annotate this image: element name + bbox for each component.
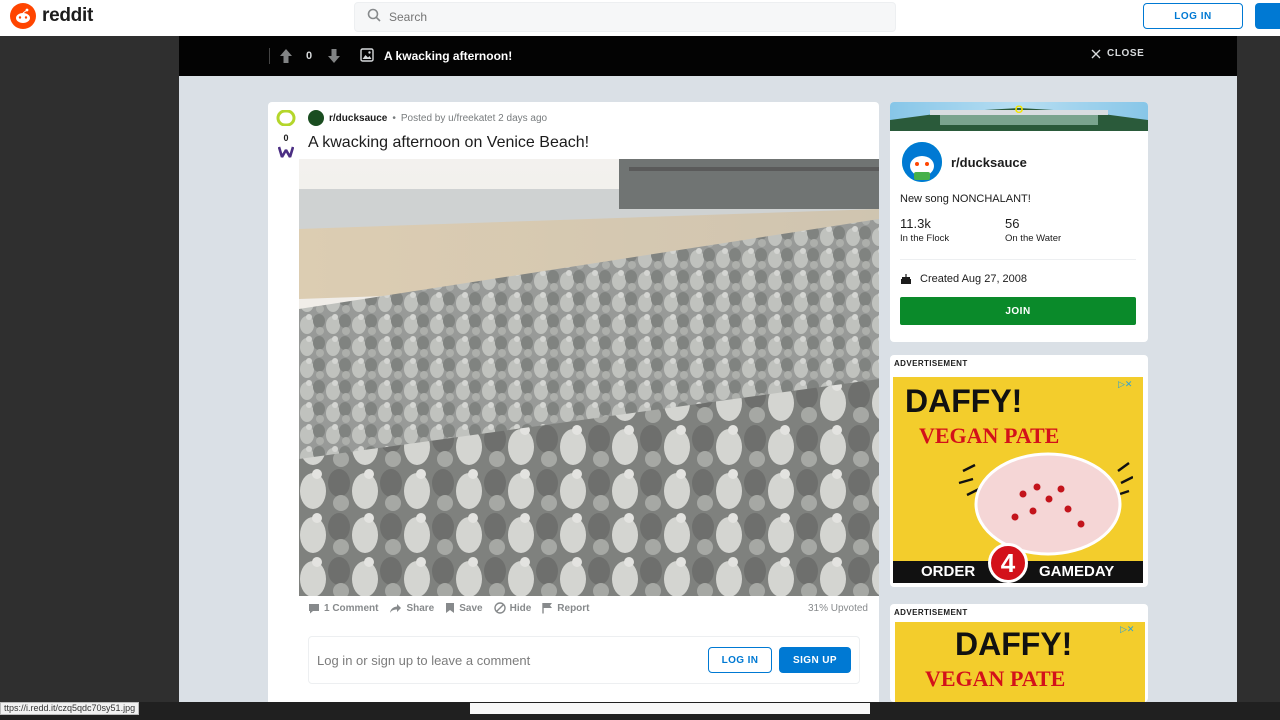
comments-label: 1 Comment [324, 602, 379, 614]
vote-score: 0 [283, 133, 289, 143]
upvote-icon[interactable] [276, 109, 296, 131]
ad-title-2: DAFFY! [955, 626, 1073, 662]
logo-wordmark: reddit [42, 5, 93, 26]
post-detail-content: 0 r/ducksauce • Posted by u/freekatet 2 … [179, 76, 1237, 712]
members-label: In the Flock [900, 233, 950, 244]
post-image[interactable] [299, 159, 879, 596]
comment-login-prompt: Log in or sign up to leave a comment LOG… [308, 636, 860, 684]
search-bar[interactable] [354, 2, 896, 32]
report-label: Report [557, 602, 590, 614]
comment-login-button[interactable]: LOG IN [708, 647, 772, 673]
online-stat: 56 On the Water [1005, 216, 1061, 244]
vote-column: 0 [276, 109, 296, 164]
community-avatar[interactable] [900, 140, 944, 184]
ad-banner-2[interactable]: ▷✕ DAFFY! VEGAN PATE [895, 622, 1145, 702]
ad-footer-right: GAMEDAY [1039, 563, 1115, 580]
community-name[interactable]: r/ducksauce [951, 155, 1027, 170]
ad-subtitle: VEGAN PATE [919, 423, 1060, 448]
members-count: 11.3k [900, 216, 931, 231]
post-title: A kwacking afternoon on Venice Beach! [308, 134, 590, 151]
ad-banner[interactable]: ▷✕ DAFFY! VEGAN PATE ORDER 4 GAMEDAY [893, 377, 1143, 583]
cake-icon [901, 274, 911, 284]
share-button[interactable]: Share [389, 603, 434, 614]
hide-label: Hide [509, 602, 532, 614]
close-icon [1091, 49, 1101, 58]
bar-vote-score: 0 [306, 50, 313, 62]
status-url: ttps://i.redd.it/czq5qdc70sy51.jpg [0, 702, 140, 715]
online-count: 56 [1005, 216, 1020, 231]
close-label: CLOSE [1107, 48, 1145, 59]
bar-post-title: A kwacking afternoon! [384, 49, 513, 63]
share-icon [390, 603, 402, 613]
members-stat: 11.3k In the Flock [900, 216, 949, 244]
ad-channel-badge: 4 [988, 543, 1028, 583]
posted-by: Posted by u/freekatet 2 days ago [400, 112, 548, 124]
reddit-snoo-icon [10, 3, 36, 29]
ad-title: DAFFY! [905, 383, 1023, 419]
online-label: On the Water [1005, 233, 1062, 244]
subreddit-avatar[interactable] [308, 110, 324, 126]
advertisement-card: ADVERTISEMENT ▷✕ DAFFY! VEGAN PATE ORDER [890, 355, 1148, 587]
post-overlay-bar: 0 A kwacking afternoon! CLOSE [179, 36, 1237, 76]
post-actions: 1 Comment Share Save Hide Report 31% Upv… [308, 602, 868, 614]
created-text: Created Aug 27, 2008 [920, 273, 1028, 285]
reddit-logo[interactable]: reddit [10, 3, 93, 29]
search-icon [367, 8, 381, 27]
upvote-arrow-icon[interactable] [279, 48, 293, 69]
share-label: Share [406, 602, 435, 614]
search-input[interactable] [389, 10, 789, 24]
ad-footer: ORDER 4 GAMEDAY [893, 543, 1143, 583]
meta-separator: • [392, 112, 396, 124]
top-header: reddit LOG IN [0, 0, 1280, 36]
header-signup-button[interactable] [1255, 3, 1280, 29]
header-login-button[interactable]: LOG IN [1143, 3, 1243, 29]
downvote-icon[interactable] [277, 145, 295, 164]
comments-button[interactable]: 1 Comment [308, 603, 378, 614]
ad-subtitle-2: VEGAN PATE [925, 666, 1066, 691]
image-post-icon [360, 48, 374, 67]
comment-prompt-text: Log in or sign up to leave a comment [317, 652, 531, 668]
post-card: 0 r/ducksauce • Posted by u/freekatet 2 … [268, 102, 879, 712]
hide-button[interactable]: Hide [493, 602, 532, 614]
sidebar-divider [900, 259, 1136, 260]
comment-signup-button[interactable]: SIGN UP [779, 647, 851, 673]
community-card: O r/ducksauce New song NONCHALANT! 11.3k… [890, 102, 1148, 342]
svg-text:O: O [1015, 104, 1024, 116]
save-button[interactable]: Save [445, 602, 483, 614]
bookmark-icon [446, 603, 455, 613]
created-date: Created Aug 27, 2008 [900, 273, 1027, 285]
advertisement-card-2: ADVERTISEMENT ▷✕ DAFFY! VEGAN PATE [890, 604, 1148, 702]
horizontal-scrollbar[interactable] [470, 703, 870, 714]
save-label: Save [459, 602, 483, 614]
flag-icon [542, 603, 553, 614]
hide-icon [493, 602, 506, 614]
downvote-arrow-icon[interactable] [327, 48, 341, 69]
comment-icon [309, 603, 319, 613]
subreddit-link[interactable]: r/ducksauce [329, 113, 387, 124]
ad-footer-left: ORDER [921, 563, 976, 580]
report-button[interactable]: Report [542, 602, 590, 614]
ad-food-image [958, 452, 1133, 556]
close-button[interactable]: CLOSE [1091, 48, 1144, 59]
upvoted-percentage: 31% Upvoted [807, 602, 868, 614]
bar-divider [269, 48, 270, 64]
ad-label: ADVERTISEMENT [894, 359, 968, 368]
join-button[interactable]: JOIN [900, 297, 1136, 325]
post-meta: r/ducksauce • Posted by u/freekatet 2 da… [308, 110, 547, 126]
community-description: New song NONCHALANT! [900, 193, 1031, 205]
community-banner: O [890, 102, 1148, 131]
ad-label-2: ADVERTISEMENT [894, 608, 968, 617]
